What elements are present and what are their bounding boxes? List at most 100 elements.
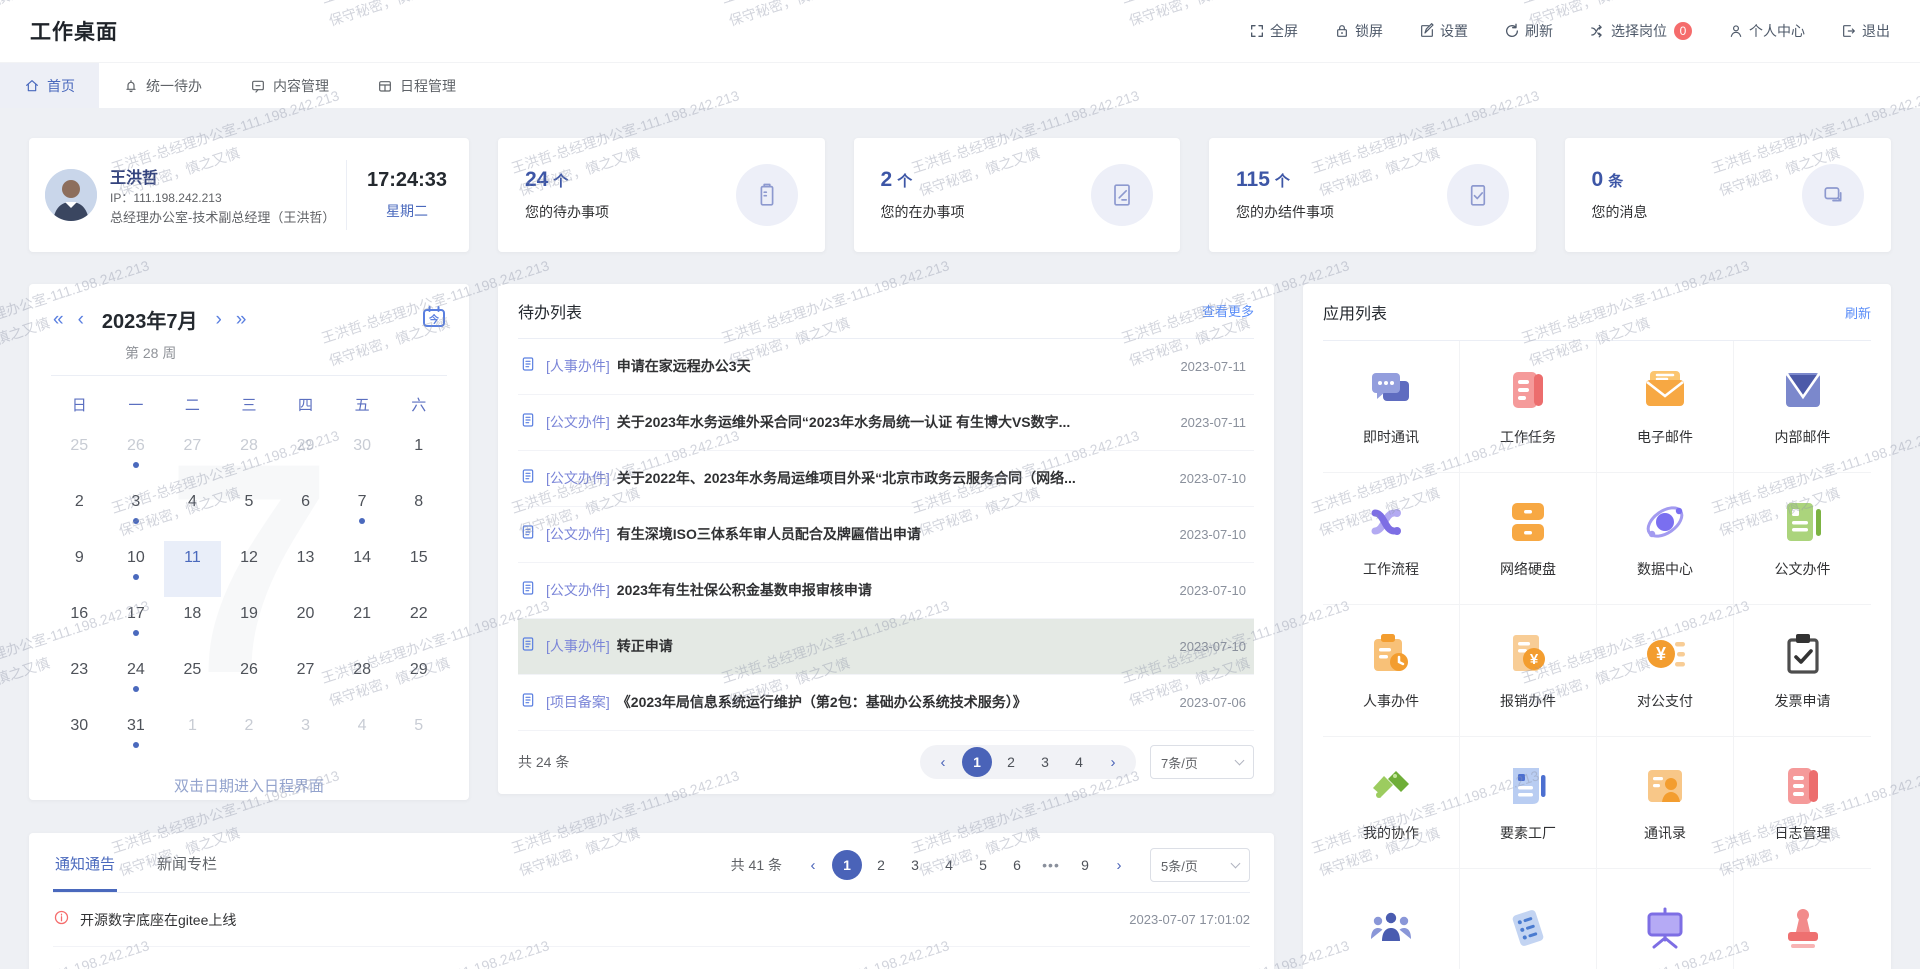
stat-card-inprogress[interactable]: 2个 您的在办事项 [854, 138, 1181, 252]
tab-schedule-management[interactable]: 日程管理 [353, 63, 480, 108]
calendar-day[interactable]: 31 [108, 709, 165, 765]
calendar-day[interactable]: 12 [221, 541, 278, 597]
todo-item[interactable]: [公文办件]2023年有生社保公积金基数申报审核申请2023-07-10 [518, 563, 1254, 619]
calendar-day[interactable]: 27 [277, 653, 334, 709]
app-item-对公支付[interactable]: ¥对公支付 [1597, 605, 1734, 737]
tab-content-management[interactable]: 内容管理 [226, 63, 353, 108]
prev-page-button[interactable]: ‹ [928, 747, 958, 777]
page-button[interactable]: 9 [1070, 850, 1100, 880]
page-button-active[interactable]: 1 [832, 850, 862, 880]
app-item-我的协作[interactable]: 我的协作 [1323, 737, 1460, 869]
calendar-day[interactable]: 28 [221, 429, 278, 485]
calendar-day[interactable]: 4 [334, 709, 391, 765]
tab-notices[interactable]: 通知通告 [53, 839, 117, 892]
calendar-day[interactable]: 5 [390, 709, 447, 765]
calendar-day[interactable]: 2 [221, 709, 278, 765]
calendar-day[interactable]: 1 [164, 709, 221, 765]
page-ellipsis[interactable]: ••• [1036, 850, 1066, 880]
notice-item[interactable]: 开源数字底座在gitee上线2023-07-07 17:01:02 [53, 893, 1250, 947]
calendar-day[interactable]: 30 [334, 429, 391, 485]
page-button[interactable]: 3 [1030, 747, 1060, 777]
notice-page-size-select[interactable]: 5条/页 [1150, 848, 1250, 882]
calendar-day[interactable]: 20 [277, 597, 334, 653]
calendar-day[interactable]: 27 [164, 429, 221, 485]
calendar-day[interactable]: 26 [221, 653, 278, 709]
stat-card-completed[interactable]: 115个 您的办结件事项 [1209, 138, 1536, 252]
app-item-日志管理[interactable]: 日志管理 [1734, 737, 1871, 869]
next-page-button[interactable]: › [1104, 850, 1134, 880]
prev-page-button[interactable]: ‹ [798, 850, 828, 880]
fullscreen-button[interactable]: 全屏 [1249, 21, 1298, 41]
app-item-网络硬盘[interactable]: 网络硬盘 [1460, 473, 1597, 605]
app-item[interactable] [1323, 869, 1460, 969]
prev-year-button[interactable]: « [51, 310, 66, 329]
app-item-人事办件[interactable]: 人事办件 [1323, 605, 1460, 737]
calendar-day[interactable]: 25 [51, 429, 108, 485]
app-item-报销办件[interactable]: ¥报销办件 [1460, 605, 1597, 737]
todo-item[interactable]: [项目备案]《2023年局信息系统运行维护（第2包：基础办公系统技术服务）》20… [518, 675, 1254, 731]
select-position-button[interactable]: 选择岗位 0 [1589, 21, 1692, 41]
app-item-要素工厂[interactable]: 要素工厂 [1460, 737, 1597, 869]
app-item-公文办件[interactable]: 公文办件 [1734, 473, 1871, 605]
calendar-day[interactable]: 18 [164, 597, 221, 653]
personal-center-button[interactable]: 个人中心 [1728, 21, 1805, 41]
page-button[interactable]: 2 [996, 747, 1026, 777]
app-item-电子邮件[interactable]: 电子邮件 [1597, 341, 1734, 473]
refresh-button[interactable]: 刷新 [1504, 21, 1553, 41]
todo-view-more-link[interactable]: 查看更多 [1202, 301, 1254, 320]
app-item-内部邮件[interactable]: 内部邮件 [1734, 341, 1871, 473]
settings-button[interactable]: 设置 [1419, 21, 1468, 41]
app-item[interactable] [1734, 869, 1871, 969]
todo-item[interactable]: [公文办件]关于2023年水务运维外采合同“2023年水务局统一认证 有生博大V… [518, 395, 1254, 451]
stat-card-messages[interactable]: 0条 您的消息 [1565, 138, 1892, 252]
calendar-day[interactable]: 6 [277, 485, 334, 541]
calendar-day[interactable]: 13 [277, 541, 334, 597]
calendar-day[interactable]: 17 [108, 597, 165, 653]
app-item[interactable] [1460, 869, 1597, 969]
calendar-day[interactable]: 2 [51, 485, 108, 541]
calendar-day[interactable]: 26 [108, 429, 165, 485]
todo-item[interactable]: [人事办件]转正申请2023-07-10 [518, 619, 1254, 675]
app-item-发票申请[interactable]: 发票申请 [1734, 605, 1871, 737]
calendar-day[interactable]: 9 [51, 541, 108, 597]
calendar-day[interactable]: 30 [51, 709, 108, 765]
todo-page-size-select[interactable]: 7条/页 [1150, 745, 1254, 779]
calendar-day[interactable]: 8 [390, 485, 447, 541]
app-item-工作任务[interactable]: 工作任务 [1460, 341, 1597, 473]
lock-screen-button[interactable]: 锁屏 [1334, 21, 1383, 41]
calendar-day[interactable]: 21 [334, 597, 391, 653]
next-month-button[interactable]: › [214, 310, 224, 329]
tab-news[interactable]: 新闻专栏 [155, 839, 219, 892]
calendar-day[interactable]: 14 [334, 541, 391, 597]
page-button[interactable]: 4 [1064, 747, 1094, 777]
calendar-day[interactable]: 1 [390, 429, 447, 485]
calendar-day[interactable]: 22 [390, 597, 447, 653]
calendar-day[interactable]: 3 [108, 485, 165, 541]
calendar-day[interactable]: 4 [164, 485, 221, 541]
calendar-day[interactable]: 10 [108, 541, 165, 597]
calendar-day-selected[interactable]: 11 [164, 541, 221, 597]
app-item[interactable] [1597, 869, 1734, 969]
todo-item[interactable]: [公文办件]有生深境ISO三体系年审人员配合及牌匾借出申请2023-07-10 [518, 507, 1254, 563]
todo-item[interactable]: [公文办件]关于2022年、2023年水务局运维项目外采“北京市政务云服务合同（… [518, 451, 1254, 507]
avatar[interactable] [45, 169, 97, 221]
page-button[interactable]: 3 [900, 850, 930, 880]
calendar-day[interactable]: 15 [390, 541, 447, 597]
todo-item[interactable]: [人事办件]申请在家远程办公3天2023-07-11 [518, 339, 1254, 395]
calendar-day[interactable]: 16 [51, 597, 108, 653]
page-button[interactable]: 6 [1002, 850, 1032, 880]
calendar-day[interactable]: 24 [108, 653, 165, 709]
tab-home[interactable]: 首页 [0, 63, 99, 108]
app-list-refresh-link[interactable]: 刷新 [1845, 303, 1871, 322]
page-button[interactable]: 2 [866, 850, 896, 880]
tab-unified-todo[interactable]: 统一待办 [99, 63, 226, 108]
stat-card-todo[interactable]: 24个 您的待办事项 [498, 138, 825, 252]
page-button[interactable]: 4 [934, 850, 964, 880]
next-year-button[interactable]: » [234, 310, 249, 329]
app-item-即时通讯[interactable]: 即时通讯 [1323, 341, 1460, 473]
calendar-day[interactable]: 5 [221, 485, 278, 541]
app-item-工作流程[interactable]: 工作流程 [1323, 473, 1460, 605]
calendar-day[interactable]: 7 [334, 485, 391, 541]
app-item-数据中心[interactable]: 数据中心 [1597, 473, 1734, 605]
today-icon[interactable]: 今 [421, 304, 447, 335]
